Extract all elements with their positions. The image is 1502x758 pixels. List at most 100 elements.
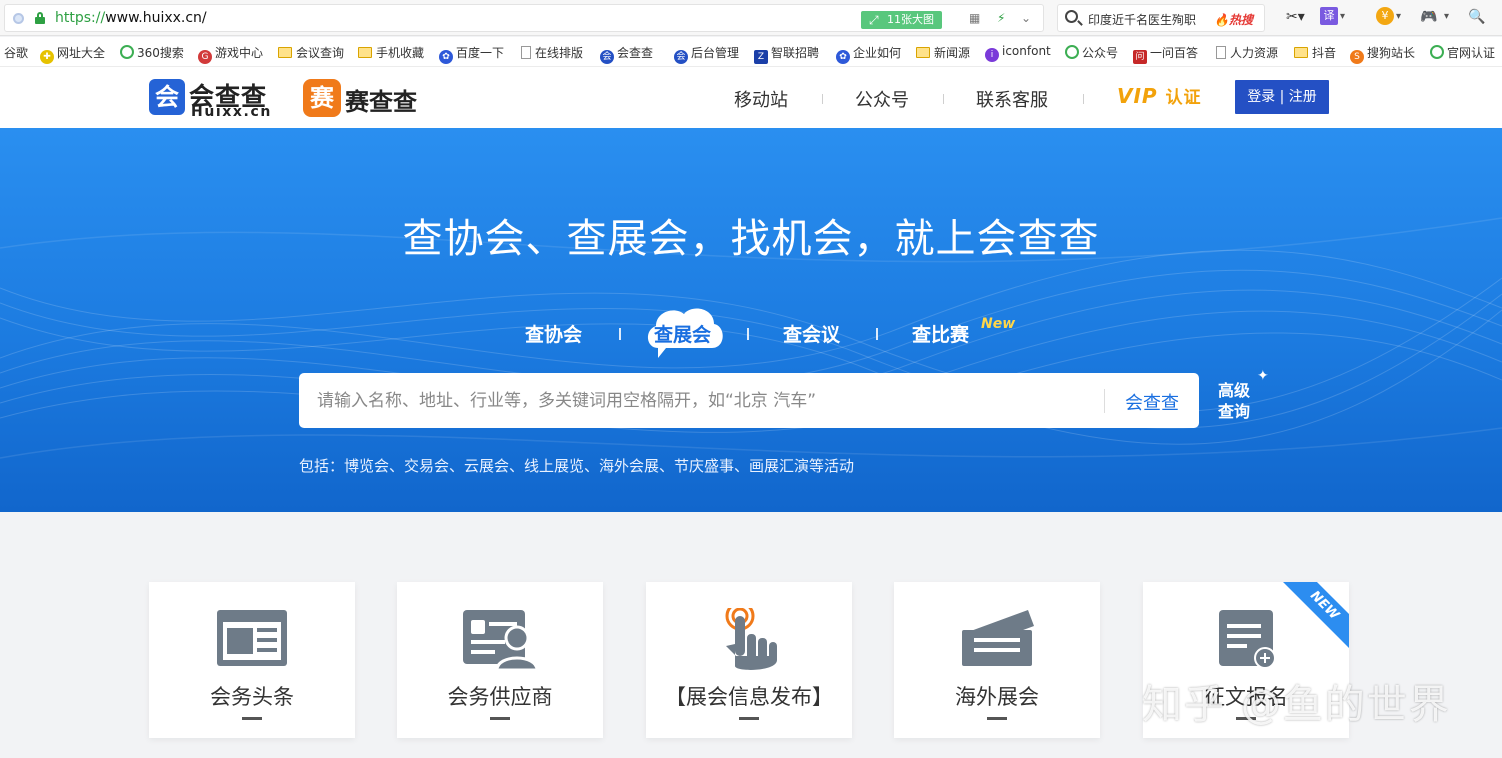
nav-divider xyxy=(943,94,944,104)
paw-icon: ✿ xyxy=(439,50,453,64)
nav-divider xyxy=(1083,94,1084,104)
chevron-down-icon[interactable]: ▾ xyxy=(1444,7,1449,27)
bookmark-item[interactable]: 官网认证 xyxy=(1430,44,1500,61)
bookmark-item[interactable]: 在线排版 xyxy=(521,44,589,61)
card-underline xyxy=(987,717,1007,720)
search-engine-icon xyxy=(1430,45,1444,59)
grid-icon[interactable]: ▦ xyxy=(969,11,980,25)
expand-icon: ⤢ xyxy=(869,13,879,27)
url-text[interactable]: https://www.huixx.cn/ xyxy=(55,10,207,26)
nav-official-account[interactable]: 公众号 xyxy=(855,86,909,112)
search-engine-icon xyxy=(120,45,134,59)
document-icon xyxy=(521,46,531,59)
huichacha-logo[interactable]: 会 会查查 Huixx.cn xyxy=(149,79,289,120)
paw-icon: ✿ xyxy=(836,50,850,64)
vip-certification-link[interactable]: VIP 认证 xyxy=(1117,83,1202,108)
card-label: 会务供应商 xyxy=(447,685,553,709)
bookmark-item[interactable]: 新闻源 xyxy=(916,44,978,61)
site-icon: ✚ xyxy=(40,50,54,64)
id-card-icon xyxy=(463,610,539,670)
sparkle-icon: ✦ xyxy=(1257,368,1269,384)
tab-exhibitions[interactable]: 查展会 xyxy=(654,320,711,347)
card-conference-news[interactable]: 会务头条 xyxy=(149,582,355,738)
scissors-icon[interactable]: ✂▾ xyxy=(1286,7,1305,27)
site-icon: i xyxy=(985,48,999,62)
coin-icon[interactable]: ¥ xyxy=(1376,7,1394,25)
site-icon: 问 xyxy=(1133,50,1147,64)
lightning-icon[interactable]: ⚡ xyxy=(997,11,1005,25)
touch-icon xyxy=(725,608,777,670)
tab-divider xyxy=(876,328,878,340)
browser-toolbar: https://www.huixx.cn/ ⤢ 11张大图 ▦ ⚡ ⌄ 印度近千名… xyxy=(0,0,1502,36)
bookmark-item[interactable]: 谷歌 xyxy=(4,44,38,61)
bookmark-item[interactable]: 360搜索 xyxy=(120,44,190,61)
address-tools: ▦ ⚡ ⌄ xyxy=(969,11,1043,29)
browser-search-box[interactable]: 印度近千名医生殉职 🔥热搜 xyxy=(1057,4,1265,32)
bookmark-item[interactable]: 公众号 xyxy=(1065,44,1125,61)
bookmark-item[interactable]: i iconfont xyxy=(985,44,1053,62)
bookmark-item[interactable]: 问一问百答 xyxy=(1133,44,1203,64)
search-icon xyxy=(1065,10,1078,23)
hot-search-query[interactable]: 印度近千名医生殉职 xyxy=(1088,11,1196,28)
address-bar[interactable]: https://www.huixx.cn/ ⤢ 11张大图 ▦ ⚡ ⌄ xyxy=(4,4,1044,32)
tab-conferences[interactable]: 查会议 xyxy=(783,320,840,347)
nav-customer-service[interactable]: 联系客服 xyxy=(976,86,1048,112)
logo-domain: Huixx.cn xyxy=(191,104,272,120)
card-conference-suppliers[interactable]: 会务供应商 xyxy=(397,582,603,738)
bookmark-item[interactable]: ✿ 企业如何 xyxy=(836,44,904,64)
card-label: 会务头条 xyxy=(210,685,294,709)
bookmark-item[interactable]: 会会查查 xyxy=(600,44,662,64)
card-underline xyxy=(1236,717,1256,720)
magnifier-icon[interactable]: 🔍 xyxy=(1468,7,1485,27)
saichacha-logo[interactable]: 赛 赛查查 xyxy=(303,79,453,119)
site-info-icon[interactable] xyxy=(13,13,24,24)
card-label: 【展会信息发布】 xyxy=(665,685,833,709)
logo-name: 赛查查 xyxy=(345,87,417,116)
card-essay-registration[interactable]: NEW 征文报名 xyxy=(1143,582,1349,738)
search-scope-hint: 包括：博览会、交易会、云展会、线上展览、海外会展、节庆盛事、画展汇演等活动 xyxy=(299,457,855,475)
chevron-down-icon[interactable]: ▾ xyxy=(1340,7,1345,27)
lock-icon xyxy=(35,12,45,24)
tab-associations[interactable]: 查协会 xyxy=(525,320,582,347)
card-underline xyxy=(739,717,759,720)
bookmark-item[interactable]: 手机收藏 xyxy=(358,44,430,61)
logo-mark: 赛 xyxy=(303,79,341,117)
newspaper-icon xyxy=(217,610,287,666)
main-search-bar: 会查查 xyxy=(299,373,1199,428)
translate-icon[interactable]: 译 xyxy=(1320,7,1338,25)
tab-divider xyxy=(619,328,621,340)
bookmark-item[interactable]: S 搜狗站长 xyxy=(1350,44,1420,64)
site-icon xyxy=(1065,45,1079,59)
hero-banner: 查协会、查展会，找机会，就上会查查 查协会 查展会 查会议 查比赛 New 会查… xyxy=(0,128,1502,512)
new-badge: New xyxy=(981,316,1016,332)
tab-competitions[interactable]: 查比赛 xyxy=(912,320,969,347)
bookmark-item[interactable]: 会议查询 xyxy=(278,44,350,61)
bookmark-item[interactable]: 人力资源 xyxy=(1216,44,1282,61)
form-add-icon xyxy=(1219,610,1276,669)
gamepad-icon[interactable]: 🎮 xyxy=(1420,7,1437,27)
site-icon: Z xyxy=(754,50,768,64)
nav-mobile-site[interactable]: 移动站 xyxy=(734,86,788,112)
card-label: 征文报名 xyxy=(1204,685,1288,709)
card-overseas-exhibitions[interactable]: 海外展会 xyxy=(894,582,1100,738)
bookmarks-bar: 谷歌 ✚ 网址大全 360搜索 G 游戏中心 会议查询 手机收藏 ✿ 百度一下 在线排… xyxy=(0,37,1502,67)
bookmark-item[interactable]: Z 智联招聘 xyxy=(754,44,824,64)
bookmark-item[interactable]: ✿ 百度一下 xyxy=(439,44,509,64)
search-submit-button[interactable]: 会查查 xyxy=(1125,389,1179,415)
advanced-search-link[interactable]: 高级 查询 xyxy=(1218,380,1278,422)
search-divider xyxy=(1104,389,1105,413)
extension-icons: ✂▾ 译 ▾ ¥ ▾ 🎮 ▾ 🔍 xyxy=(1280,7,1500,29)
main-search-input[interactable] xyxy=(317,373,1097,428)
folder-icon xyxy=(1294,47,1308,58)
document-icon xyxy=(1216,46,1226,59)
login-register-button[interactable]: 登录 | 注册 xyxy=(1235,80,1329,114)
bookmark-item[interactable]: 会后台管理 xyxy=(674,44,746,64)
bookmark-item[interactable]: ✚ 网址大全 xyxy=(40,44,112,64)
bookmark-item[interactable]: 抖音 xyxy=(1294,44,1340,61)
chevron-down-icon[interactable]: ⌄ xyxy=(1021,11,1031,25)
chevron-down-icon[interactable]: ▾ xyxy=(1396,7,1401,27)
image-count-badge[interactable]: ⤢ 11张大图 xyxy=(861,11,942,29)
folder-icon xyxy=(278,47,292,58)
bookmark-item[interactable]: G 游戏中心 xyxy=(198,44,270,64)
card-publish-exhibition[interactable]: 【展会信息发布】 xyxy=(646,582,852,738)
